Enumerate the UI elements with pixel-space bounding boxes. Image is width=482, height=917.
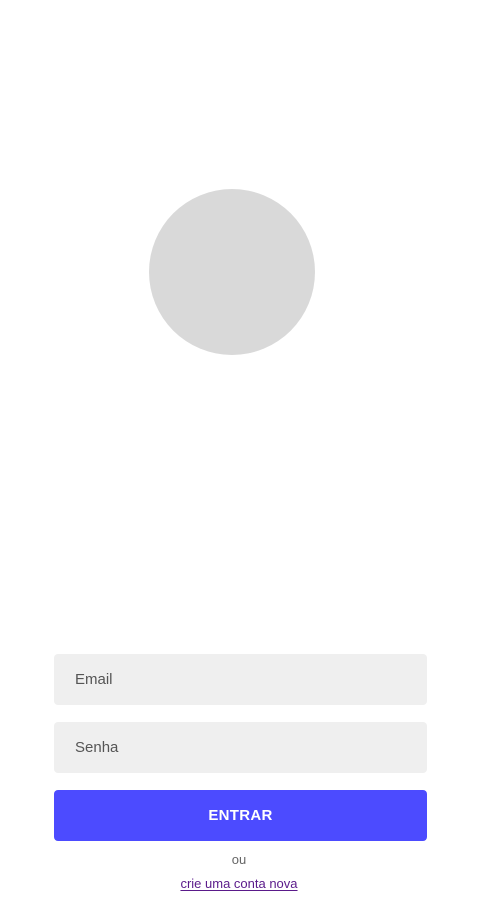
- signup-link-container: crie uma conta nova: [0, 876, 478, 891]
- or-separator-text: ou: [231, 852, 247, 867]
- avatar-placeholder: [149, 189, 315, 355]
- create-account-link[interactable]: crie uma conta nova: [180, 876, 297, 891]
- password-field[interactable]: [54, 722, 427, 773]
- email-field[interactable]: [54, 654, 427, 705]
- login-button[interactable]: ENTRAR: [54, 790, 427, 841]
